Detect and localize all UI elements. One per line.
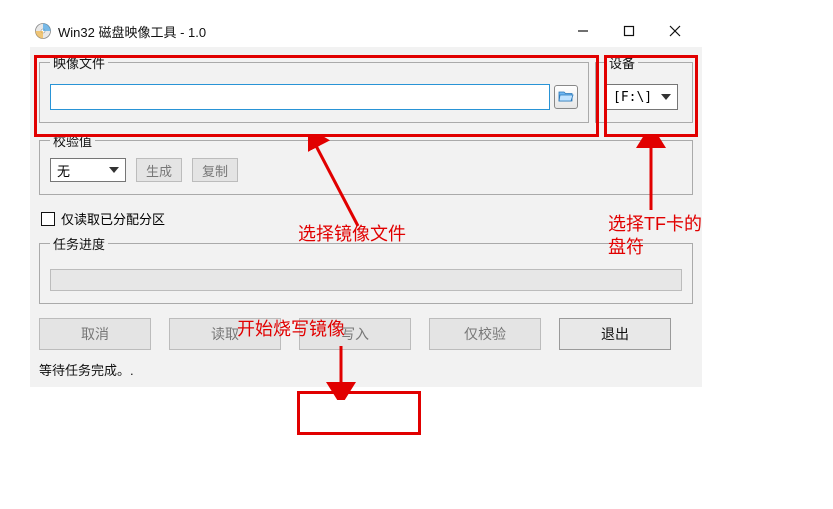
device-select[interactable]: [F:\]	[606, 84, 678, 110]
cancel-button[interactable]: 取消	[39, 318, 151, 350]
client-area: 映像文件 设备 [F:\]	[30, 47, 702, 387]
folder-open-icon	[558, 89, 574, 106]
read-allocated-checkbox[interactable]: 仅读取已分配分区	[41, 209, 693, 228]
generate-button[interactable]: 生成	[136, 158, 182, 182]
exit-button[interactable]: 退出	[559, 318, 671, 350]
hash-type-select[interactable]: 无	[50, 158, 126, 182]
hash-group: 校验值 无 生成 复制	[39, 131, 693, 195]
app-window: Win32 磁盘映像工具 - 1.0 映像文件	[30, 15, 702, 387]
progress-bar	[50, 269, 682, 291]
read-allocated-label: 仅读取已分配分区	[61, 209, 165, 228]
maximize-button[interactable]	[606, 16, 652, 46]
close-button[interactable]	[652, 16, 698, 46]
chevron-down-icon	[661, 94, 671, 100]
progress-legend: 任务进度	[50, 234, 108, 253]
chevron-down-icon	[109, 167, 119, 173]
device-select-value: [F:\]	[613, 90, 652, 105]
minimize-button[interactable]	[560, 16, 606, 46]
image-file-legend: 映像文件	[50, 53, 108, 72]
window-title: Win32 磁盘映像工具 - 1.0	[58, 22, 560, 41]
verify-button[interactable]: 仅校验	[429, 318, 541, 350]
progress-group: 任务进度	[39, 234, 693, 304]
read-button[interactable]: 读取	[169, 318, 281, 350]
annotation-box-write	[297, 391, 421, 435]
device-legend: 设备	[606, 53, 638, 72]
app-icon	[34, 22, 52, 40]
image-file-input[interactable]	[50, 84, 550, 110]
hash-legend: 校验值	[50, 131, 95, 150]
device-group: 设备 [F:\]	[595, 53, 693, 123]
browse-button[interactable]	[554, 85, 578, 109]
copy-button[interactable]: 复制	[192, 158, 238, 182]
action-button-row: 取消 读取 写入 仅校验 退出	[39, 318, 693, 350]
write-button[interactable]: 写入	[299, 318, 411, 350]
checkbox-icon	[41, 212, 55, 226]
image-file-group: 映像文件	[39, 53, 589, 123]
status-text: 等待任务完成。.	[39, 358, 693, 381]
hash-type-value: 无	[57, 161, 70, 180]
window-controls	[560, 16, 698, 46]
titlebar: Win32 磁盘映像工具 - 1.0	[30, 15, 702, 47]
